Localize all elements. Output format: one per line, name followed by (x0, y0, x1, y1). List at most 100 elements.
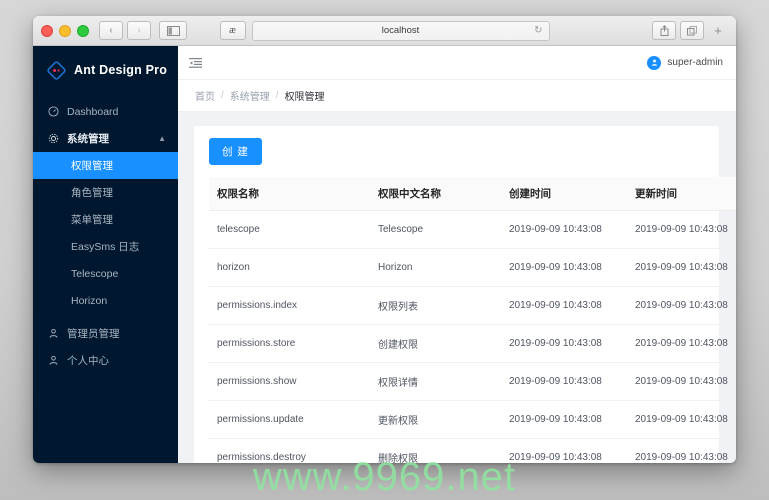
breadcrumb: 首页 / 系统管理 / 权限管理 (178, 80, 736, 112)
menu-fold-icon[interactable] (188, 55, 204, 71)
cell-updated-at: 2019-09-09 10:43:08 (627, 362, 736, 401)
cell-cn-name: 权限列表 (370, 286, 501, 325)
top-header: super-admin (178, 46, 736, 80)
cell-cn-name: 更新权限 (370, 400, 501, 439)
navigation-buttons: ‹ › (99, 21, 151, 40)
table-row: horizon Horizon 2019-09-09 10:43:08 2019-09… (209, 248, 736, 287)
breadcrumb-separator: / (221, 90, 224, 101)
table-row: permissions.store 创建权限 2019-09-09 10:43:08… (209, 324, 736, 363)
column-header-cn-name: 权限中文名称 (370, 177, 501, 211)
cell-name: permissions.show (209, 362, 370, 401)
close-window-button[interactable] (41, 24, 53, 37)
table-row: permissions.destroy 删除权限 2019-09-09 10:43:… (209, 438, 736, 463)
tabs-icon (687, 25, 697, 35)
cell-updated-at: 2019-09-09 10:43:08 (627, 210, 736, 249)
sidebar-item-system-management[interactable]: 系统管理 ▲ (33, 125, 178, 152)
cell-created-at: 2019-09-09 10:43:08 (501, 400, 627, 439)
sidebar-item-role-management[interactable]: 角色管理 (33, 179, 178, 206)
sidebar-item-telescope[interactable]: Telescope (33, 260, 178, 287)
address-bar-group: æ localhost ↻ (219, 20, 550, 41)
dashboard-icon (47, 106, 59, 118)
cell-name: permissions.store (209, 324, 370, 363)
cell-created-at: 2019-09-09 10:43:08 (501, 438, 627, 463)
toolbar-right-buttons: + (652, 21, 728, 40)
table-row: permissions.index 权限列表 2019-09-09 10:43:08… (209, 286, 736, 325)
cell-name: horizon (209, 248, 370, 287)
traffic-lights (41, 24, 89, 37)
cell-created-at: 2019-09-09 10:43:08 (501, 248, 627, 287)
back-button[interactable]: ‹ (99, 21, 123, 40)
address-bar[interactable]: localhost ↻ (251, 20, 550, 41)
sidebar-subitem-label: EasySms 日志 (71, 241, 140, 253)
reload-icon[interactable]: ↻ (534, 24, 542, 38)
minimize-window-button[interactable] (59, 24, 71, 37)
cell-name: telescope (209, 210, 370, 249)
cell-updated-at: 2019-09-09 10:43:08 (627, 438, 736, 463)
sidebar-subitem-label: 菜单管理 (71, 214, 113, 226)
ant-design-logo-icon (47, 60, 66, 80)
table-header: 权限名称 权限中文名称 创建时间 更新时间 操作 (209, 177, 736, 211)
sidebar-subitem-label: Horizon (71, 294, 108, 307)
cell-created-at: 2019-09-09 10:43:08 (501, 362, 627, 401)
sidebar-panel-icon (166, 25, 180, 36)
breadcrumb-item-current: 权限管理 (284, 92, 325, 103)
content-area: 创 建 权限名称 权限中文名称 创建时间 更新时间 操作 telescopeTe (178, 112, 736, 463)
sidebar-subitem-label: Telescope (71, 267, 119, 280)
browser-window: ‹ › æ localhost ↻ + Ant Design Pro Dashb… (33, 16, 736, 463)
column-header-name: 权限名称 (209, 177, 370, 211)
url-text: localhost (381, 25, 420, 36)
sidebar-item-label: 系统管理 (67, 133, 109, 145)
create-button[interactable]: 创 建 (209, 138, 262, 165)
sidebar-item-horizon[interactable]: Horizon (33, 287, 178, 314)
sidebar-item-permission-management[interactable]: 权限管理 (33, 152, 178, 179)
table-row: permissions.show 权限详情 2019-09-09 10:43:08 2… (209, 362, 736, 401)
sidebar-item-admin-management[interactable]: 管理员管理 (33, 320, 178, 347)
cell-created-at: 2019-09-09 10:43:08 (501, 286, 627, 325)
cell-name: permissions.destroy (209, 438, 370, 463)
breadcrumb-item-system[interactable]: 系统管理 (230, 88, 270, 103)
browser-titlebar: ‹ › æ localhost ↻ + (33, 16, 736, 46)
new-tab-button[interactable]: + (708, 22, 728, 40)
cell-updated-at: 2019-09-09 10:43:08 (627, 286, 736, 325)
main-area: super-admin 首页 / 系统管理 / 权限管理 创 建 权限名称 权限… (178, 46, 736, 463)
app-body: Ant Design Pro Dashboard 系统管理 ▲ 权限管理 角色管… (33, 46, 736, 463)
sidebar-item-personal-center[interactable]: 个人中心 (33, 347, 178, 374)
column-header-created-at: 创建时间 (501, 177, 627, 211)
breadcrumb-item-home[interactable]: 首页 (195, 88, 215, 103)
table-header-row: 权限名称 权限中文名称 创建时间 更新时间 操作 (209, 177, 736, 211)
cell-created-at: 2019-09-09 10:43:08 (501, 324, 627, 363)
avatar (647, 55, 662, 70)
sidebar-item-easysms-logs[interactable]: EasySms 日志 (33, 233, 178, 260)
forward-button[interactable]: › (127, 21, 151, 40)
sidebar-toggle-button[interactable] (159, 21, 187, 40)
sidebar-menu: Dashboard 系统管理 ▲ 权限管理 角色管理 菜单管理 EasySms … (33, 94, 178, 374)
sidebar-item-dashboard[interactable]: Dashboard (33, 98, 178, 125)
reader-view-button[interactable]: æ (219, 21, 246, 40)
table-body: telescope Telescope 2019-09-09 10:43:08 201… (209, 210, 736, 463)
show-tabs-button[interactable] (680, 21, 704, 40)
table-row: permissions.update 更新权限 2019-09-09 10:43:0… (209, 400, 736, 439)
cell-cn-name: 权限详情 (370, 362, 501, 401)
breadcrumb-separator: / (275, 90, 279, 101)
maximize-window-button[interactable] (77, 24, 89, 37)
cell-cn-name: Telescope (370, 210, 501, 249)
chevron-up-icon: ▲ (158, 134, 166, 143)
sidebar-item-label: Dashboard (67, 105, 119, 118)
share-icon (660, 25, 668, 36)
app-logo[interactable]: Ant Design Pro (33, 46, 178, 94)
cell-cn-name: 删除权限 (370, 438, 501, 463)
app-logo-text: Ant Design Pro (74, 63, 168, 77)
sidebar-item-menu-management[interactable]: 菜单管理 (33, 206, 178, 233)
sidebar: Ant Design Pro Dashboard 系统管理 ▲ 权限管理 角色管… (33, 46, 178, 463)
permissions-table: 权限名称 权限中文名称 创建时间 更新时间 操作 telescopeTelesc… (209, 177, 736, 463)
table-row: telescope Telescope 2019-09-09 10:43:08 201… (209, 210, 736, 249)
sidebar-subitem-label: 角色管理 (71, 187, 113, 199)
sidebar-subitem-label: 权限管理 (71, 160, 113, 172)
share-button[interactable] (652, 21, 676, 40)
cell-updated-at: 2019-09-09 10:43:08 (627, 324, 736, 363)
cell-created-at: 2019-09-09 10:43:08 (501, 210, 627, 249)
cell-name: permissions.update (209, 400, 370, 439)
user-menu[interactable]: super-admin (647, 55, 723, 70)
user-icon (47, 328, 59, 340)
user-icon (47, 355, 59, 367)
